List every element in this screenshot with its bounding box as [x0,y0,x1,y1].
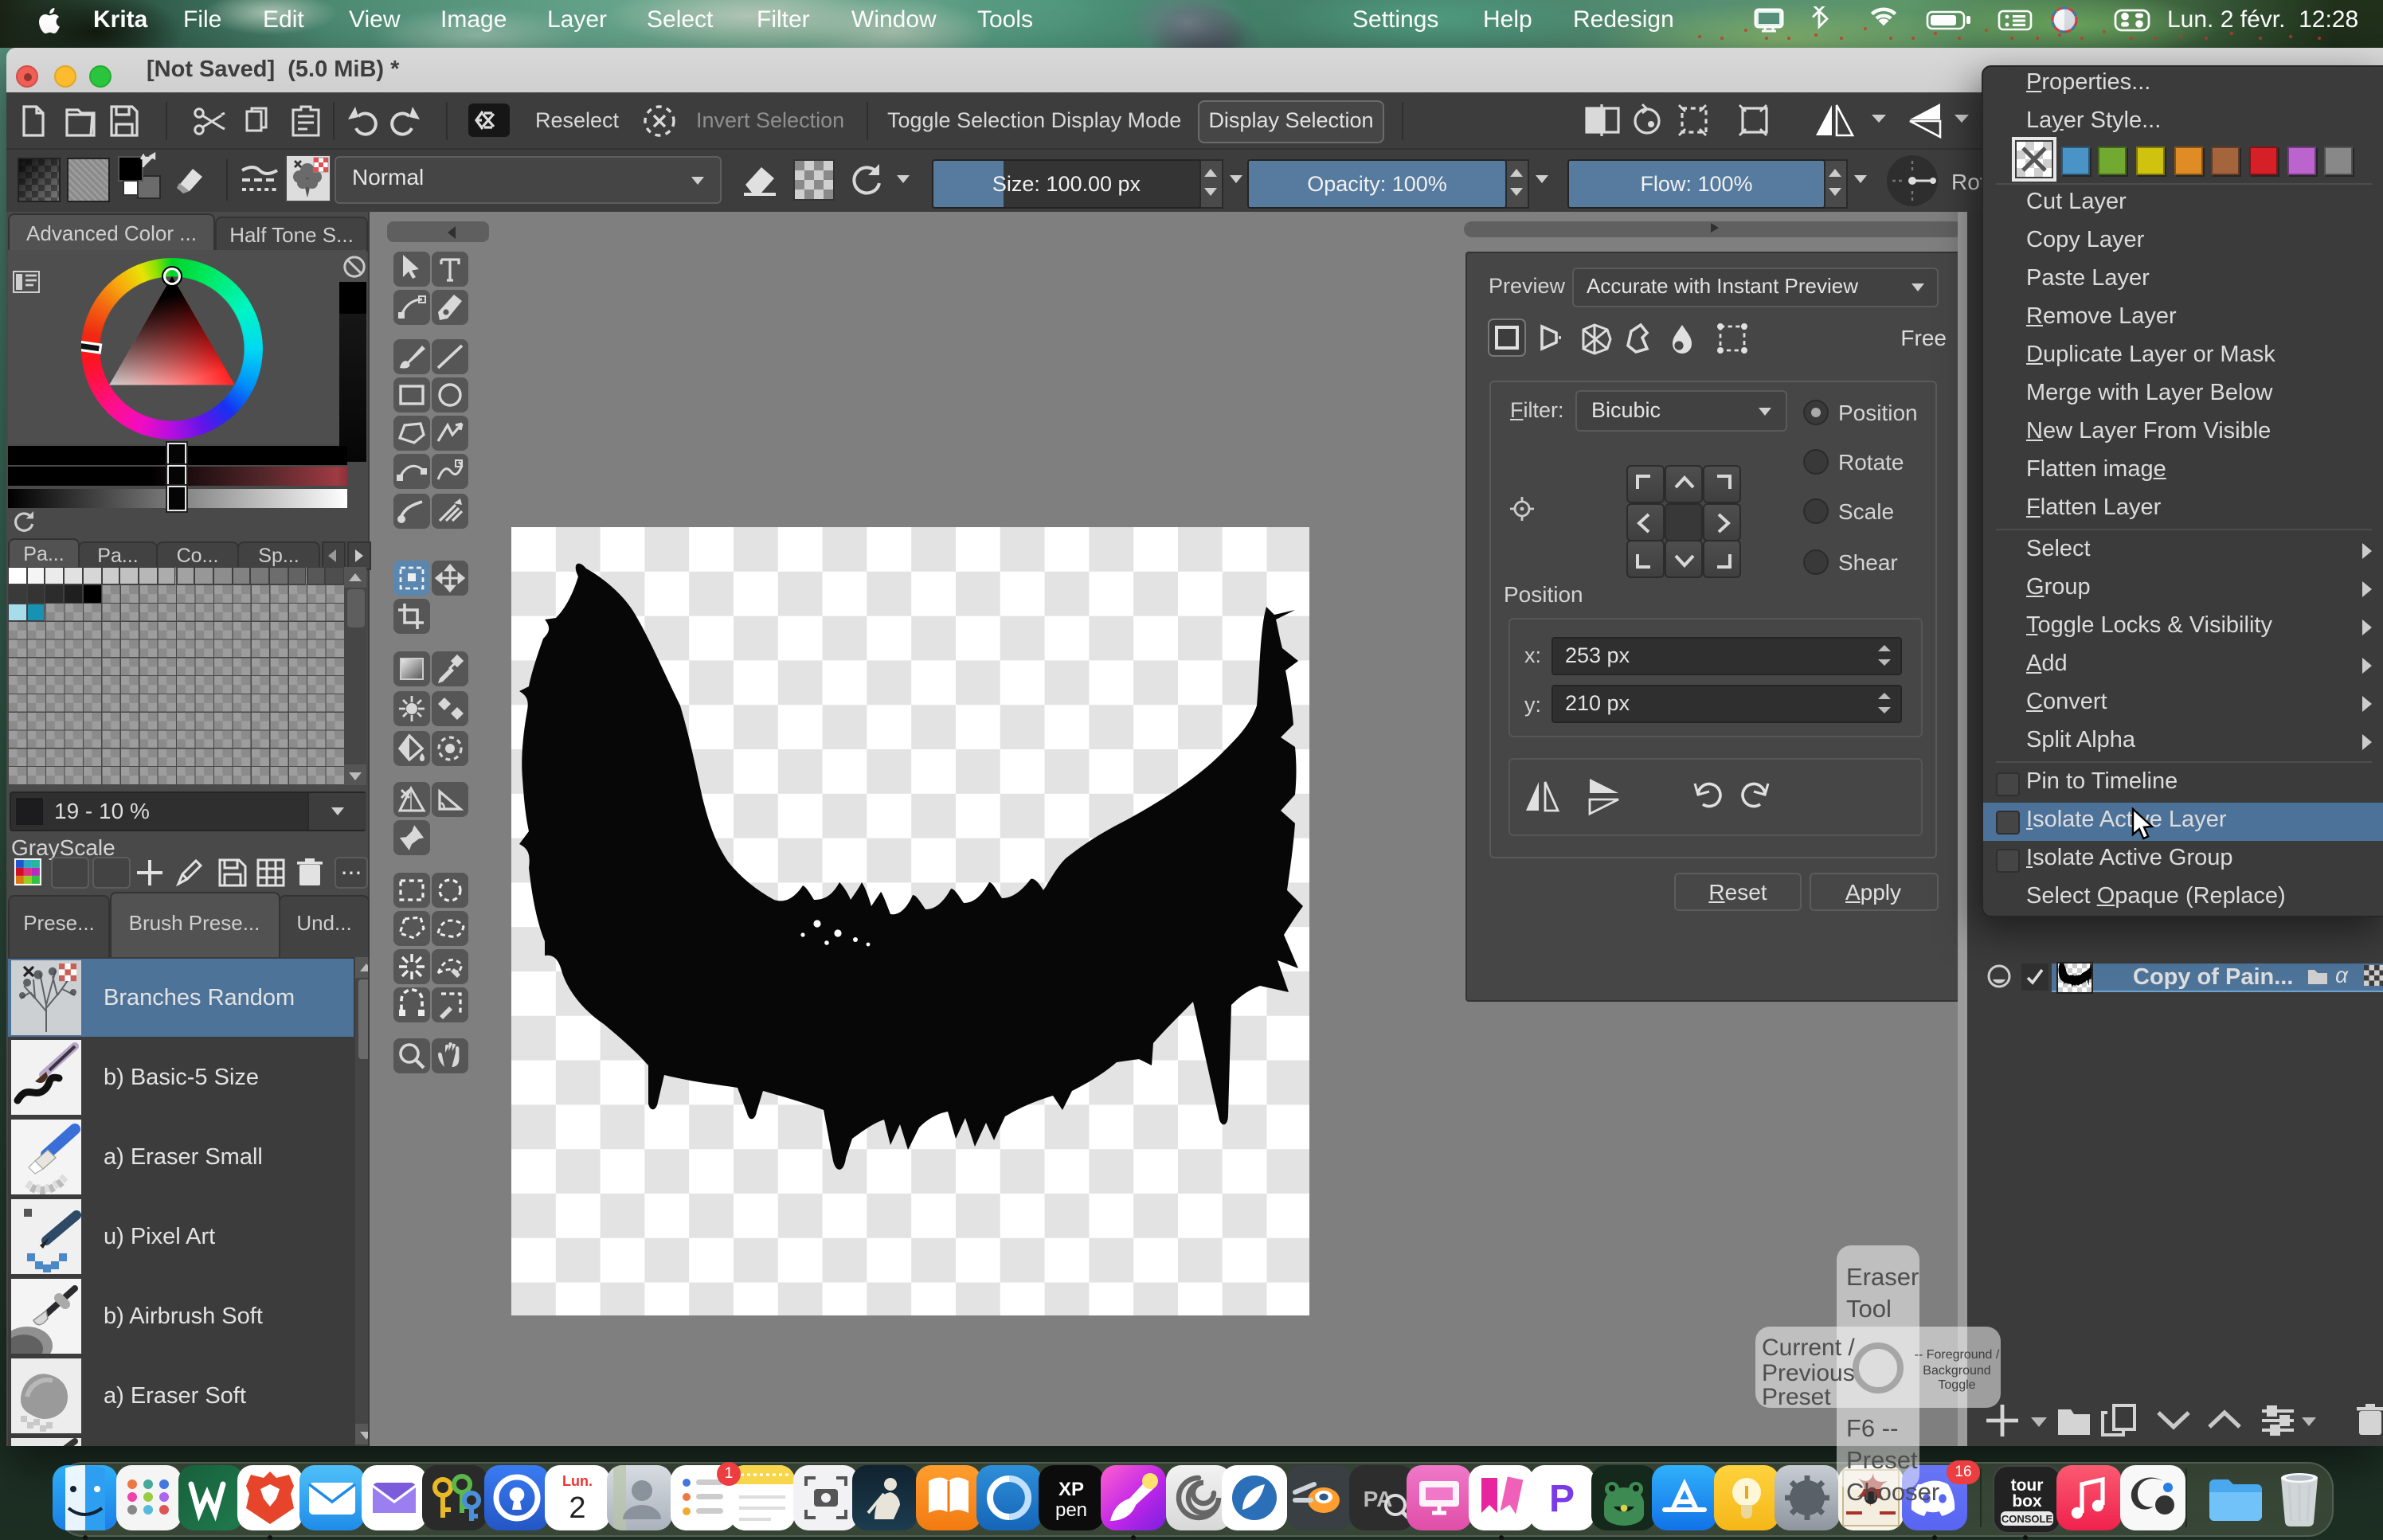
svg-text:2: 2 [568,1491,585,1525]
svg-text:Lun.: Lun. [562,1473,592,1489]
svg-text:CONSOLE: CONSOLE [2001,1513,2052,1525]
svg-text:P: P [1548,1478,1574,1520]
svg-text:Free: Free [1900,325,1947,350]
svg-text:XP: XP [1058,1479,1083,1500]
svg-text:box: box [2011,1492,2041,1511]
svg-text:pen: pen [1055,1499,1086,1521]
